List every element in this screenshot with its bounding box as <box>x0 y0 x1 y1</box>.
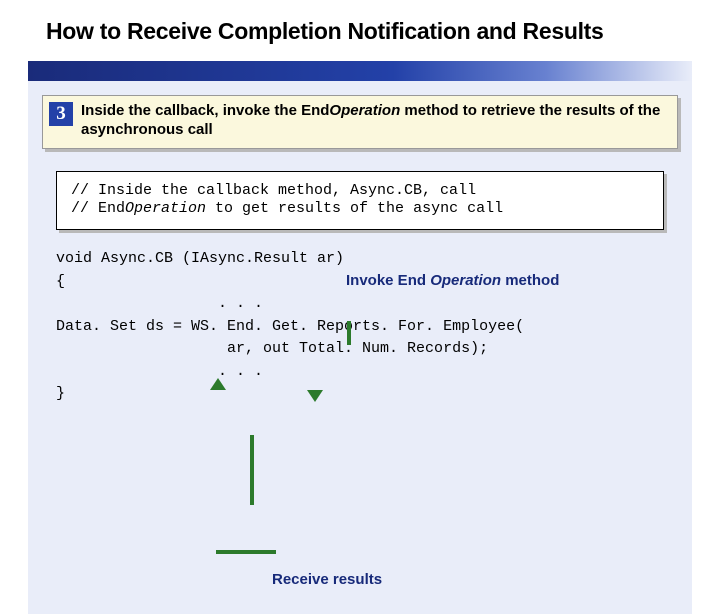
arrow-down-icon <box>313 276 385 447</box>
step-box: 3 Inside the callback, invoke the EndOpe… <box>42 95 678 149</box>
code-top-l2a: // End <box>71 200 125 217</box>
step-text-before: Inside the callback, invoke the End <box>81 102 329 119</box>
step-number: 3 <box>49 102 73 126</box>
annot-top-b: method <box>501 272 559 289</box>
code-l4: Data. Set ds = WS. End. Get. Reports. Fo… <box>56 318 524 335</box>
arrow-up-icon <box>216 333 288 599</box>
code-l3: . . . <box>56 295 263 312</box>
code-top-l1: // Inside the callback method, Async.CB,… <box>71 182 476 199</box>
gradient-bar <box>28 61 692 81</box>
body-area: 3 Inside the callback, invoke the EndOpe… <box>28 81 692 614</box>
slide-title: How to Receive Completion Notification a… <box>28 18 692 45</box>
code-comment-box: // Inside the callback method, Async.CB,… <box>56 171 664 231</box>
step-text: Inside the callback, invoke the EndOpera… <box>81 102 667 140</box>
step-text-italic: Operation <box>329 102 400 119</box>
code-main-block: void Async.CB (IAsync.Result ar) { . . .… <box>56 248 664 563</box>
slide: How to Receive Completion Notification a… <box>0 0 720 540</box>
code-l2: { <box>56 273 65 290</box>
annot-top-it: Operation <box>426 272 501 289</box>
annotation-receive: Receive results <box>272 571 682 588</box>
code-l7: } <box>56 385 65 402</box>
code-top-l2b: to get results of the async call <box>206 200 503 217</box>
code-top-l2it: Operation <box>125 200 206 217</box>
code-l1: void Async.CB (IAsync.Result ar) <box>56 250 344 267</box>
